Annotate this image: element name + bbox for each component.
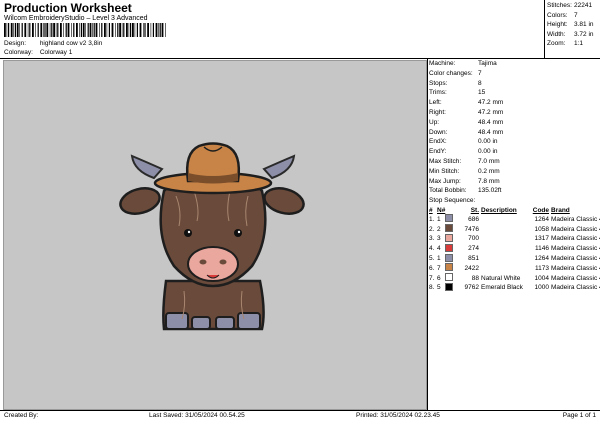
info-row: Right: 47.2 mm [429, 108, 504, 116]
stitch-count: 274 [468, 245, 479, 253]
seq-index: 1. [429, 215, 435, 223]
seq-index: 4. [429, 245, 435, 253]
seq-index: 5. [429, 255, 435, 263]
software-subtitle: Wilcom EmbroideryStudio – Level 3 Advanc… [4, 15, 148, 22]
seq-index: 3. [429, 235, 435, 243]
seq-index: 7. [429, 274, 435, 282]
header-separator [0, 58, 600, 59]
needle-number: 4 [437, 245, 441, 253]
info-row: Down: 48.4 mm [429, 128, 504, 136]
stats-row: Zoom: 1:1 [547, 40, 584, 47]
stop-sequence-table: 1.16861264Madeira Classic 402.274761058M… [429, 214, 600, 294]
thread-brand: Madeira Classic 40 [551, 215, 600, 223]
thread-brand: Madeira Classic 40 [551, 264, 600, 272]
design-value: highland cow v2 3,8in [39, 40, 103, 47]
stitch-count: 9762 [464, 284, 479, 292]
needle-number: 7 [437, 264, 441, 272]
thread-brand: Madeira Classic 40 [551, 245, 600, 253]
thread-brand: Madeira Classic 40 [551, 274, 600, 282]
stitch-count: 2422 [464, 264, 479, 272]
thread-description: Natural White [481, 274, 521, 282]
highland-cow-embroidery [119, 142, 305, 331]
info-row: Max Jump: 7.8 mm [429, 177, 500, 185]
printed-date: Printed: 31/05/2024 02.23.45 [356, 412, 440, 419]
colorway-row: Colorway: Colorway 1 [4, 49, 72, 57]
info-row: Max Stitch: 7.0 mm [429, 157, 500, 165]
table-row: 8. 5 9762 Emerald Black 1000 Madeira Classic … [429, 282, 600, 294]
thread-brand: Madeira Classic 40 [551, 255, 600, 263]
needle-number: 1 [437, 255, 441, 263]
info-row: Stops: 8 [429, 79, 482, 87]
needle-number: 5 [437, 284, 441, 292]
thread-code: 1000 [534, 284, 549, 292]
last-saved: Last Saved: 31/05/2024 00.54.25 [149, 412, 245, 419]
colorway-value: Colorway 1 [39, 49, 73, 56]
thread-code: 1058 [534, 225, 549, 233]
thread-code: 1264 [534, 215, 549, 223]
design-preview [3, 60, 427, 410]
page-title: Production Worksheet [4, 1, 132, 15]
footer-separator [0, 410, 600, 411]
stitch-count: 700 [468, 235, 479, 243]
info-row: Up: 48.4 mm [429, 118, 504, 126]
stitch-count: 88 [471, 274, 479, 282]
design-label: Design: [4, 40, 27, 47]
thread-code: 1264 [534, 255, 549, 263]
info-row: Total Bobbin: 135.02ft [429, 187, 502, 195]
seq-index: 2. [429, 225, 435, 233]
created-by: Created By: [4, 412, 39, 419]
needle-number: 6 [437, 274, 441, 282]
page-number: Page 1 of 1 [562, 412, 596, 419]
thread-code: 1317 [534, 235, 549, 243]
design-row: Design: highland cow v2 3,8in [4, 40, 102, 48]
needle-number: 3 [437, 235, 441, 243]
thread-code: 1004 [534, 274, 549, 282]
seq-index: 8. [429, 284, 435, 292]
info-row: Machine: Tajima [429, 60, 497, 67]
needle-number: 1 [437, 215, 441, 223]
thread-code: 1146 [535, 245, 549, 253]
info-row: EndY: 0.00 in [429, 148, 498, 156]
thread-brand: Madeira Classic 40 [551, 284, 600, 292]
stop-sequence-title: Stop Sequence: [429, 197, 476, 205]
needle-number: 2 [437, 225, 441, 233]
info-row: Min Stitch: 0.2 mm [429, 167, 500, 175]
stats-row: Width: 3.72 in [547, 30, 594, 38]
thread-brand: Madeira Classic 40 [551, 235, 600, 243]
info-row: Trims: 15 [429, 89, 486, 97]
thread-code: 1173 [535, 264, 549, 272]
seq-index: 6. [429, 264, 435, 272]
barcode [4, 23, 166, 37]
stats-row: Colors: 7 [547, 11, 578, 19]
info-row: EndX: 0.00 in [429, 138, 498, 146]
header-divider [544, 0, 545, 58]
stitch-count: 7476 [464, 225, 479, 233]
panel-divider [427, 58, 428, 410]
info-row: Left: 47.2 mm [429, 99, 504, 107]
stitch-count: 851 [468, 255, 479, 263]
machine-info-panel: Machine: Tajima Color changes: 7 Stops: 8 T… [429, 60, 600, 293]
thread-description: Emerald Black [481, 284, 523, 292]
stats-row: Stitches: 22241 [547, 2, 593, 9]
thread-brand: Madeira Classic 40 [551, 225, 600, 233]
colorway-label: Colorway: [4, 49, 33, 56]
info-row: Color changes: 7 [429, 69, 482, 77]
stitch-count: 686 [468, 215, 479, 223]
color-swatch [445, 282, 457, 294]
stats-panel: Stitches: 22241 Colors: 7 Height: 3.81 in W… [547, 2, 599, 50]
stats-row: Height: 3.81 in [547, 21, 594, 28]
